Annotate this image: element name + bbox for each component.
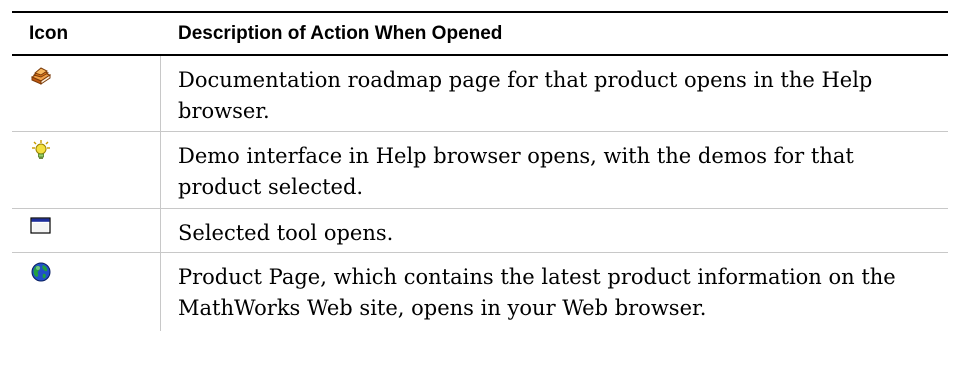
window-icon	[29, 214, 53, 238]
row-description: Demo interface in Help browser opens, wi…	[178, 144, 854, 199]
header-cell-description: Description of Action When Opened	[161, 23, 948, 45]
table-row: Demo interface in Help browser opens, wi…	[12, 131, 948, 208]
lightbulb-icon	[29, 139, 53, 163]
globe-icon	[29, 260, 53, 284]
table-header-row: Icon Description of Action When Opened	[12, 13, 948, 54]
header-description-label: Description of Action When Opened	[178, 22, 503, 44]
table-row: Selected tool opens.	[12, 208, 948, 252]
icon-cell	[12, 56, 161, 131]
row-description: Selected tool opens.	[178, 221, 394, 245]
icon-cell	[12, 132, 161, 208]
table-row: Product Page, which contains the latest …	[12, 252, 948, 331]
icon-cell	[12, 253, 161, 331]
icon-description-table: Icon Description of Action When Opened D…	[12, 11, 948, 331]
header-cell-icon: Icon	[12, 23, 161, 45]
table-row: Documentation roadmap page for that prod…	[12, 56, 948, 131]
row-description: Documentation roadmap page for that prod…	[178, 68, 873, 123]
header-icon-label: Icon	[29, 22, 69, 44]
row-description: Product Page, which contains the latest …	[178, 265, 896, 320]
table-body: Documentation roadmap page for that prod…	[12, 56, 948, 331]
icon-cell	[12, 209, 161, 252]
book-icon	[29, 63, 53, 87]
